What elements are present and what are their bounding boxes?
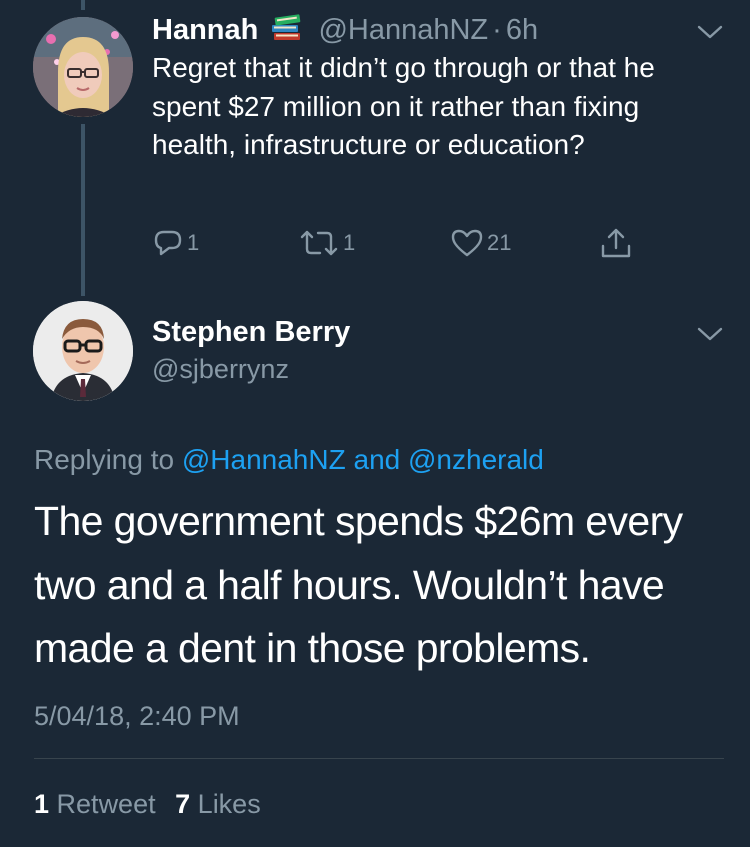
stephen-avatar[interactable] xyxy=(33,301,133,401)
hannah-avatar-image xyxy=(33,17,133,117)
retweet-count: 1 xyxy=(343,230,356,255)
thread-line xyxy=(81,124,85,296)
reply-author-handle[interactable]: @HannahNZ xyxy=(318,14,488,46)
reply-count: 1 xyxy=(187,230,200,255)
books-emoji-icon xyxy=(270,13,302,52)
reply-time[interactable]: 6h xyxy=(506,14,538,46)
retweet-action[interactable]: 1 xyxy=(298,226,355,260)
hannah-avatar[interactable] xyxy=(33,17,133,117)
share-action[interactable] xyxy=(599,226,633,260)
main-tweet-text: The government spends $26m every two and… xyxy=(34,498,683,671)
likes-label: Likes xyxy=(197,789,261,819)
main-chevron-down-icon[interactable] xyxy=(697,326,723,342)
main-author-name[interactable]: Stephen Berry xyxy=(152,314,350,350)
like-action[interactable]: 21 xyxy=(450,226,511,260)
reply-chevron-down-icon[interactable] xyxy=(697,24,723,40)
reply-icon xyxy=(154,230,182,256)
reply-tweet-header: Hannah @HannahNZ · 6h xyxy=(152,12,538,52)
replying-to: Replying to @HannahNZ and @nzherald xyxy=(34,442,544,478)
retweets-count: 1 xyxy=(34,789,50,819)
stephen-avatar-image xyxy=(33,301,133,401)
stats-divider xyxy=(34,758,724,759)
reply-action[interactable]: 1 xyxy=(152,226,199,260)
likes-stat[interactable]: 7 Likes xyxy=(175,789,261,819)
share-icon xyxy=(601,228,631,258)
replying-to-hannah-link[interactable]: @HannahNZ xyxy=(182,444,346,475)
reply-author-name[interactable]: Hannah xyxy=(152,14,258,46)
tweet-thread: Hannah @HannahNZ · 6h Regret that it didn’… xyxy=(0,0,750,847)
reply-tweet-text: Regret that it didn’t go through or that… xyxy=(152,52,655,160)
main-tweet-timestamp: 5/04/18, 2:40 PM xyxy=(34,701,240,731)
thread-line-top xyxy=(81,0,85,10)
retweets-stat[interactable]: 1 Retweet xyxy=(34,789,156,819)
main-author-handle[interactable]: @sjberrynz xyxy=(152,352,289,386)
likes-count: 7 xyxy=(175,789,191,819)
retweets-label: Retweet xyxy=(56,789,156,819)
retweet-icon xyxy=(300,230,338,256)
header-separator: · xyxy=(492,14,502,46)
replying-to-nzherald-link[interactable]: @nzherald xyxy=(408,444,544,475)
replying-and: and xyxy=(353,444,401,475)
heart-icon xyxy=(451,229,483,257)
replying-prefix: Replying to xyxy=(34,444,175,475)
engagement-stats: 1 Retweet 7 Likes xyxy=(34,786,261,822)
like-count: 21 xyxy=(487,230,512,255)
